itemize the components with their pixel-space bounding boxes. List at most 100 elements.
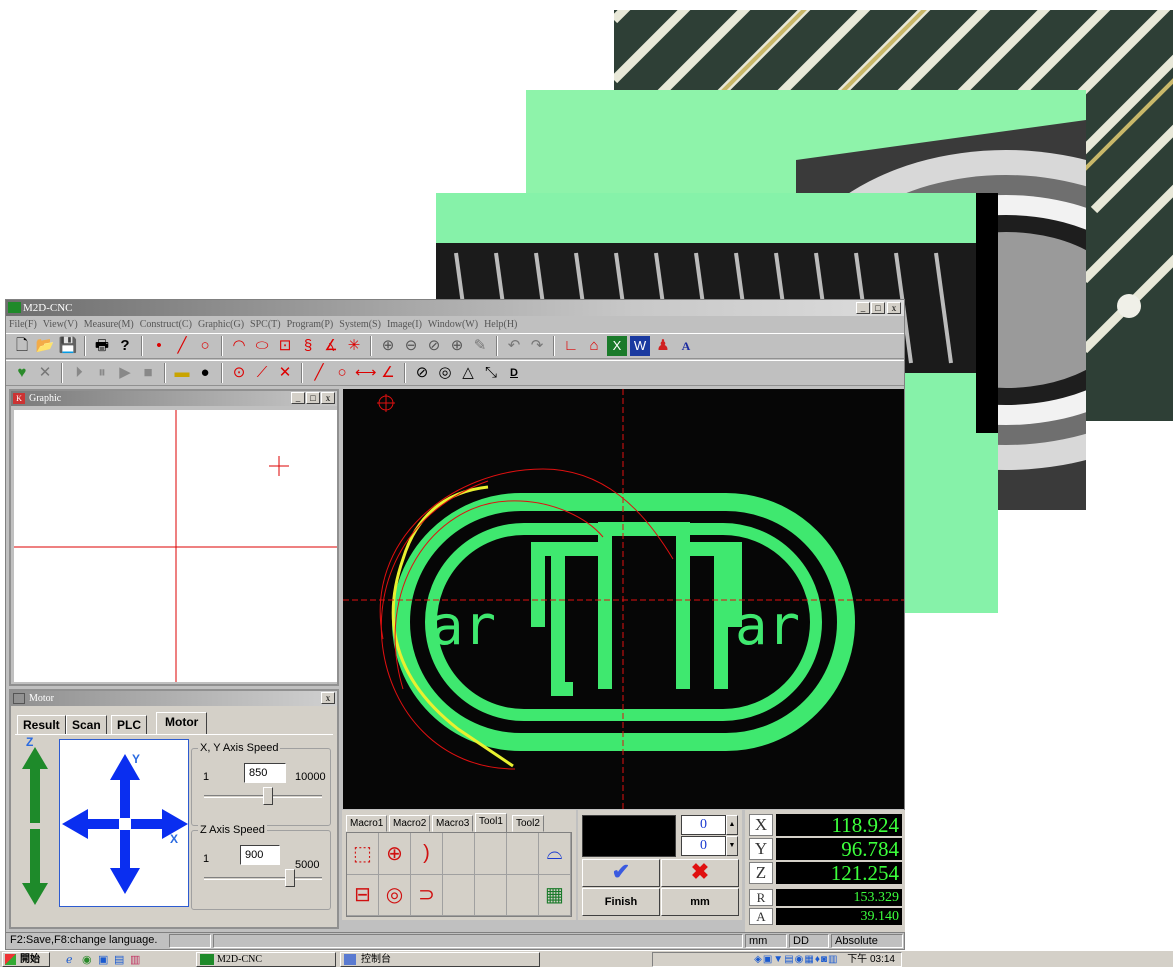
curve-icon[interactable]: §	[298, 336, 318, 356]
counter-down-arrow-icon[interactable]: ▼	[726, 836, 738, 856]
tool-empty-slot[interactable]	[443, 874, 475, 916]
tab-tool2[interactable]: Tool2	[512, 815, 544, 832]
menu-window[interactable]: Window(W)	[428, 317, 478, 332]
redo-icon[interactable]: ↷	[527, 336, 547, 356]
print-icon[interactable]: 🖶	[92, 336, 112, 356]
graphic-canvas[interactable]	[14, 410, 337, 682]
rectangle-icon[interactable]: ⊡	[275, 336, 295, 356]
z-speed-slider-track[interactable]	[204, 877, 322, 880]
tool-empty-slot[interactable]	[475, 833, 507, 875]
tool-box-split-icon[interactable]: ⊟	[347, 874, 379, 916]
counter-top-value[interactable]: 0	[681, 815, 726, 835]
menu-program[interactable]: Program(P)	[287, 317, 334, 332]
menu-help[interactable]: Help(H)	[484, 317, 517, 332]
tool-concentric-icon[interactable]: ◎	[379, 874, 411, 916]
title-bar[interactable]: M2D-CNC _ □ x	[6, 300, 904, 316]
word-icon[interactable]: W	[630, 336, 650, 356]
xy-speed-input[interactable]: 850	[244, 763, 286, 783]
tray-icons[interactable]: ◈▣▼▤◉▦♦◙▥	[754, 954, 838, 965]
zoom-in-icon[interactable]: ⊕	[378, 336, 398, 356]
tool-empty-slot[interactable]	[475, 874, 507, 916]
menu-graphic[interactable]: Graphic(G)	[198, 317, 244, 332]
arrows-icon[interactable]: ⤡	[481, 363, 501, 383]
home-icon[interactable]: ⌂	[584, 336, 604, 356]
center-point-icon[interactable]: ⊙	[229, 363, 249, 383]
stop-icon[interactable]: ■	[138, 363, 158, 383]
xy-speed-slider-thumb[interactable]	[263, 787, 274, 805]
tools-icon[interactable]: ✕	[35, 363, 55, 383]
triangle-icon[interactable]: △	[458, 363, 478, 383]
media-icon[interactable]: ▥	[130, 953, 140, 966]
graphic-title-bar[interactable]: K Graphic _ □ x	[11, 391, 337, 406]
point-line-icon[interactable]: ⟋	[252, 363, 272, 383]
counter-bottom-value[interactable]: 0	[681, 836, 726, 856]
fit-view-icon[interactable]: ⊘	[424, 336, 444, 356]
arc-icon[interactable]: ◠	[229, 336, 249, 356]
finish-button[interactable]: Finish	[582, 888, 660, 916]
menu-spc[interactable]: SPC(T)	[250, 317, 281, 332]
graphic-close-button[interactable]: x	[321, 392, 335, 404]
tab-macro3[interactable]: Macro3	[432, 815, 474, 832]
menu-file[interactable]: File(F)	[9, 317, 37, 332]
tool-empty-slot[interactable]	[507, 874, 539, 916]
calculator-icon[interactable]: ▦	[539, 874, 571, 916]
undo-icon[interactable]: ↶	[504, 336, 524, 356]
z-speed-slider-thumb[interactable]	[285, 869, 295, 887]
user-icon[interactable]: ♟	[653, 336, 673, 356]
menu-construct[interactable]: Construct(C)	[140, 317, 192, 332]
z-up-arrow-icon[interactable]	[22, 747, 48, 823]
play-icon[interactable]: ▶	[115, 363, 135, 383]
menu-measure[interactable]: Measure(M)	[84, 317, 134, 332]
tool-empty-slot[interactable]	[507, 833, 539, 875]
xy-jog-pad[interactable]: Y X	[59, 739, 189, 907]
coordinate-system-icon[interactable]: ∟	[561, 336, 581, 356]
point-icon[interactable]: •	[149, 336, 169, 356]
dimension-icon[interactable]: D	[504, 363, 524, 383]
two-circles-icon[interactable]: ◎	[435, 363, 455, 383]
tool-box-line-icon[interactable]: ⬚	[347, 833, 379, 875]
menu-view[interactable]: View(V)	[43, 317, 78, 332]
help-icon[interactable]: ?	[115, 336, 135, 356]
tab-plc[interactable]: PLC	[111, 715, 147, 735]
counter-up-arrow-icon[interactable]: ▲	[726, 815, 738, 835]
quick-launch-icon[interactable]: ◉	[82, 953, 92, 966]
taskbar-app-control-panel[interactable]: 控制台	[340, 952, 540, 967]
menu-image[interactable]: Image(I)	[387, 317, 422, 332]
excel-icon[interactable]: X	[607, 336, 627, 356]
confirm-check-button[interactable]: ✔	[582, 859, 660, 887]
motor-close-button[interactable]: x	[321, 692, 335, 704]
folder-icon[interactable]: ▬	[172, 363, 192, 383]
text-icon[interactable]: A	[676, 336, 696, 356]
tab-result[interactable]: Result	[17, 715, 66, 735]
angle-tool-icon[interactable]: ∠	[378, 363, 398, 383]
line-icon[interactable]: ╱	[172, 336, 192, 356]
unit-button[interactable]: mm	[661, 888, 739, 916]
tool-arc2-icon[interactable]: ⊃	[411, 874, 443, 916]
save-icon[interactable]: 💾	[58, 336, 78, 356]
graphic-maximize-button[interactable]: □	[306, 392, 320, 404]
tab-scan[interactable]: Scan	[66, 715, 107, 735]
pen-icon[interactable]: ✎	[470, 336, 490, 356]
cross-icon[interactable]: ✕	[275, 363, 295, 383]
tab-macro1[interactable]: Macro1	[346, 815, 388, 832]
tab-motor[interactable]: Motor	[156, 712, 208, 735]
z-down-arrow-icon[interactable]	[22, 829, 48, 905]
open-folder-icon[interactable]: 📂	[35, 336, 55, 356]
tool-empty-slot[interactable]	[443, 833, 475, 875]
explorer-icon[interactable]: ▤	[114, 953, 124, 966]
circle-tool-icon[interactable]: ○	[332, 363, 352, 383]
graphic-minimize-button[interactable]: _	[291, 392, 305, 404]
cancel-x-button[interactable]: ✖	[661, 859, 739, 887]
heart-icon[interactable]: ♥	[12, 363, 32, 383]
crosshair-icon[interactable]: ⊕	[447, 336, 467, 356]
step-play-icon[interactable]: ⏵	[69, 363, 89, 383]
tool-circle-cross-icon[interactable]: ⊕	[379, 833, 411, 875]
close-button[interactable]: x	[887, 302, 901, 314]
circle-icon[interactable]: ○	[195, 336, 215, 356]
edit-program-icon[interactable]: ●	[195, 363, 215, 383]
desktop-icon[interactable]: ▣	[98, 953, 108, 966]
ie-icon[interactable]: ℯ	[66, 953, 73, 966]
new-file-icon[interactable]: 🗋	[12, 336, 32, 356]
motor-title-bar[interactable]: Motor x	[11, 691, 337, 706]
line-tool-icon[interactable]: ╱	[309, 363, 329, 383]
